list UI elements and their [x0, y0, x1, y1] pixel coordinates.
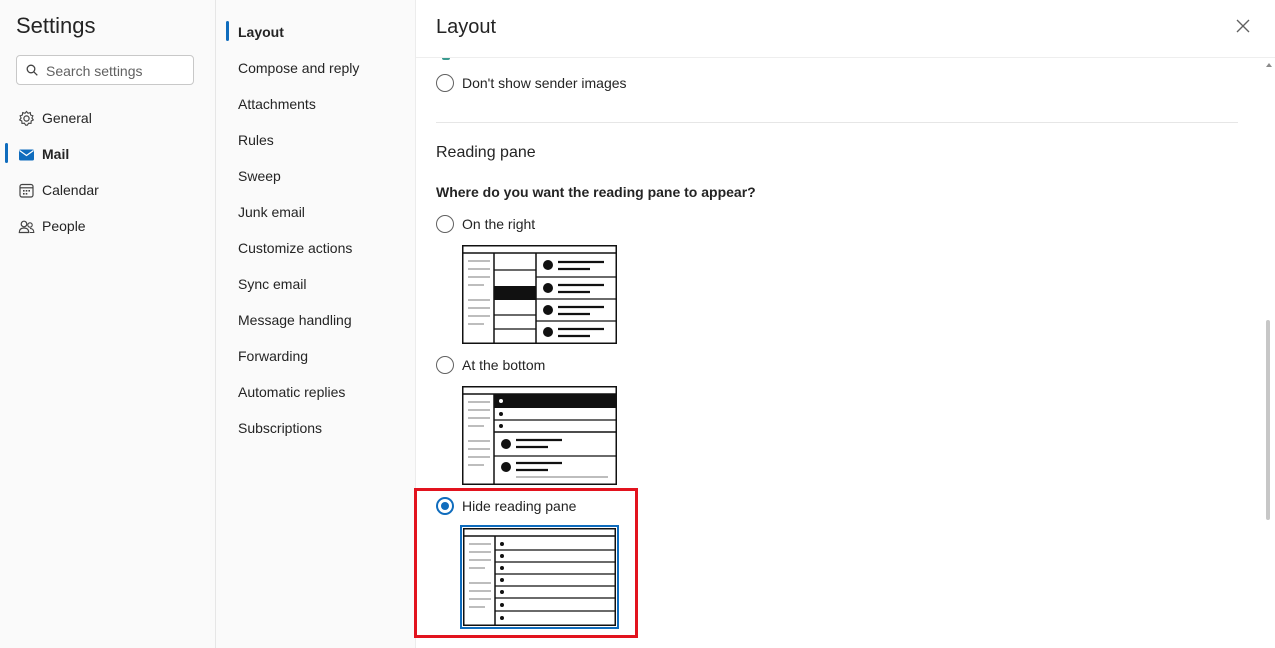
category-label: Calendar	[42, 182, 99, 198]
subnav-label: Sweep	[238, 168, 281, 184]
on-the-right-radio[interactable]	[436, 215, 454, 233]
subnav-item-attachments[interactable]: Attachments	[216, 88, 415, 118]
settings-title: Settings	[16, 13, 96, 38]
page-title: Layout	[436, 16, 497, 38]
subnav-item-rules[interactable]: Rules	[216, 124, 415, 154]
category-people[interactable]: People	[0, 211, 214, 241]
subnav-label: Message handling	[238, 312, 352, 328]
subnav-label: Layout	[238, 24, 284, 40]
section-divider	[436, 122, 1238, 123]
reading-pane-right-preview[interactable]	[462, 245, 617, 344]
calendar-icon	[19, 183, 34, 198]
category-general[interactable]: General	[0, 103, 214, 133]
subnav-item-customize-actions[interactable]: Customize actions	[216, 232, 415, 262]
subnav-label: Forwarding	[238, 348, 309, 364]
subnav-item-compose-and-reply[interactable]: Compose and reply	[216, 52, 415, 82]
dont-show-sender-images-radio[interactable]	[436, 74, 454, 92]
gear-icon	[18, 110, 35, 126]
scrollbar-thumb[interactable]	[1266, 320, 1270, 520]
search-box[interactable]	[16, 55, 194, 85]
scrollbar[interactable]	[1263, 58, 1275, 648]
subnav-label: Attachments	[238, 96, 316, 112]
subnav-label: Sync email	[238, 276, 307, 292]
on-the-right-label: On the right	[462, 216, 536, 232]
subnav-item-automatic-replies[interactable]: Automatic replies	[216, 376, 415, 406]
subnav-item-subscriptions[interactable]: Subscriptions	[216, 412, 415, 442]
search-icon	[26, 64, 38, 76]
category-calendar[interactable]: Calendar	[0, 175, 214, 205]
subnav-item-junk-email[interactable]: Junk email	[216, 196, 415, 226]
subnav-item-sync-email[interactable]: Sync email	[216, 268, 415, 298]
mail-settings-nav: Layout Compose and reply Attachments Rul…	[216, 0, 416, 648]
at-the-bottom-label: At the bottom	[462, 357, 546, 373]
at-the-bottom-radio[interactable]	[436, 356, 454, 374]
subnav-label: Subscriptions	[238, 420, 323, 436]
subnav-label: Junk email	[238, 204, 305, 220]
mail-icon	[19, 149, 34, 161]
scrolled-radio-edge	[442, 58, 450, 60]
people-icon	[18, 220, 35, 234]
header-divider	[416, 57, 1275, 58]
close-icon[interactable]	[1234, 17, 1252, 35]
layout-settings-panel: Layout Don't show sender images Reading …	[414, 0, 1275, 648]
settings-category-nav: Settings General Mail C	[0, 0, 216, 648]
subnav-item-sweep[interactable]: Sweep	[216, 160, 415, 190]
active-indicator	[226, 21, 229, 41]
reading-pane-bottom-preview[interactable]	[462, 386, 617, 485]
dont-show-sender-images-label: Don't show sender images	[462, 75, 627, 91]
subnav-label: Compose and reply	[238, 60, 360, 76]
category-mail[interactable]: Mail	[0, 139, 214, 169]
category-label: People	[42, 218, 86, 234]
category-label: General	[42, 110, 92, 126]
active-indicator	[5, 143, 8, 163]
subnav-label: Rules	[238, 132, 274, 148]
search-input[interactable]	[44, 61, 193, 81]
reading-pane-heading: Reading pane	[436, 144, 536, 161]
subnav-item-layout[interactable]: Layout	[216, 16, 415, 46]
subnav-item-message-handling[interactable]: Message handling	[216, 304, 415, 334]
selection-highlight-box	[414, 488, 638, 638]
reading-pane-question: Where do you want the reading pane to ap…	[436, 184, 756, 200]
scroll-up-arrow-icon[interactable]	[1265, 62, 1273, 68]
subnav-label: Automatic replies	[238, 384, 346, 400]
category-label: Mail	[42, 146, 70, 162]
subnav-item-forwarding[interactable]: Forwarding	[216, 340, 415, 370]
subnav-label: Customize actions	[238, 240, 353, 256]
